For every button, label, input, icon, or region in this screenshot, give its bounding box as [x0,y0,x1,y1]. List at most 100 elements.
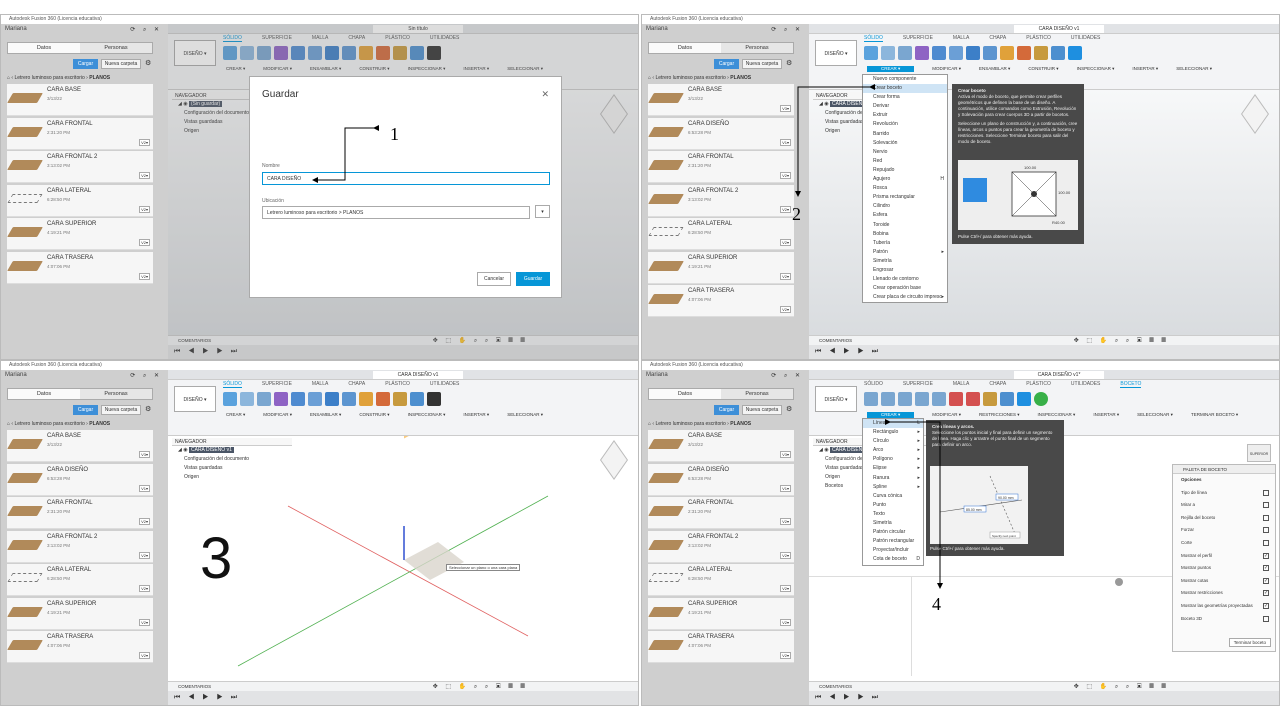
fillet-tool-icon[interactable] [932,392,946,406]
menu-item[interactable]: Arco ▸ [863,446,923,455]
menu-item[interactable]: Cota de boceto D [863,555,923,564]
version-badge[interactable]: V2▾ [139,205,150,213]
checkbox[interactable] [1263,514,1269,521]
file-item[interactable]: CARA LATERAL 6:28:50 PM V2▾ [7,564,153,596]
document-tab[interactable]: CARA DISEÑO v1 [1014,25,1104,33]
file-item[interactable]: CARA FRONTAL 2:31:20 PM V2▾ [648,497,794,529]
canvas[interactable]: NAVEGADOR ◢ ◉ CARA DISEÑO v1 Configuraci… [168,436,638,681]
tab-personas[interactable]: Personas [721,389,793,399]
file-item[interactable]: CARA LATERAL 6:28:50 PM V2▾ [7,184,153,217]
menu-item[interactable]: Patrón rectangular [863,537,923,546]
menu-item[interactable]: Simetría [863,519,923,528]
version-badge[interactable]: V2▾ [139,652,150,659]
location-dropdown[interactable]: ▾ [535,205,550,218]
version-badge[interactable]: V2▾ [780,618,791,626]
move-icon[interactable] [983,46,997,60]
revolve-icon[interactable] [898,46,912,60]
menu-item[interactable]: Revolución [863,120,947,129]
sketch-origin-point[interactable] [1115,578,1123,586]
tab-solid[interactable]: SÓLIDO [223,381,242,388]
workspace-switcher[interactable]: DISEÑO ▾ [815,386,857,412]
location-field[interactable]: Letrero luminoso para escritorio > PLANO… [262,206,530,219]
new-sketch-icon[interactable] [864,46,878,60]
version-badge[interactable]: V2▾ [139,618,150,626]
palette-section[interactable]: Opciones [1173,474,1275,487]
tab-surface[interactable]: SUPERFICIE [903,381,933,388]
extrude-icon[interactable] [240,392,254,406]
tab-solid[interactable]: SÓLIDO [864,381,883,388]
coincident-icon[interactable] [966,392,980,406]
circle-tool-icon[interactable] [898,392,912,406]
file-item[interactable]: CARA BASE 3/13/22 V3▾ [7,430,153,462]
shell-icon[interactable] [308,392,322,406]
form-icon[interactable] [274,392,288,406]
file-item[interactable]: CARA BASE 3/13/22 V3▾ [648,430,794,462]
measure-icon[interactable] [983,392,997,406]
line-tool-icon[interactable] [864,392,878,406]
rectangle-tool-icon[interactable] [881,392,895,406]
navigation-tools[interactable]: ✥ ⬚ ✋ ⌕ ⌕ ▣ ▦ ▦ [1074,337,1169,345]
group-modify[interactable]: MODIFICAR ▾ [932,66,961,72]
file-item[interactable]: CARA SUPERIOR 4:19:21 PM V2▾ [7,597,153,630]
tab-sheet[interactable]: CHAPA [989,35,1006,42]
file-item[interactable]: CARA TRASERA 4:07:06 PM V2▾ [7,251,153,284]
group-select[interactable]: SELECCIONAR ▾ [507,412,543,418]
file-item[interactable]: CARA SUPERIOR 4:19:21 PM V2▾ [648,251,794,284]
version-badge[interactable]: V1▾ [780,138,791,146]
menu-item[interactable]: Elipse ▸ [863,464,923,473]
group-create[interactable]: CREAR ▾ [226,412,245,418]
finish-sketch-button[interactable]: Terminar boceto [1228,638,1271,647]
measure-icon[interactable] [1034,46,1048,60]
select-icon[interactable] [427,392,441,406]
menu-item[interactable]: Rosca [863,184,947,193]
move-icon[interactable] [342,392,356,406]
menu-item[interactable]: Derivar [863,102,947,111]
tab-surface[interactable]: SUPERFICIE [262,381,292,388]
menu-item[interactable]: Crear forma [863,93,947,102]
plane-yz[interactable] [404,436,432,439]
group-modify[interactable]: MODIFICAR ▾ [263,412,292,418]
group-insert[interactable]: INSERTAR ▾ [1093,412,1119,418]
form-icon[interactable] [915,46,929,60]
account-menu[interactable]: Mariana [5,372,27,378]
file-item[interactable]: CARA BASE 3/13/22 V3▾ [648,84,794,116]
palette-option[interactable]: Mostrar cotas ✓ [1173,575,1275,588]
version-badge[interactable]: V2▾ [780,272,791,280]
file-item[interactable]: CARA TRASERA 4:07:06 PM V2▾ [648,631,794,663]
new-folder-button[interactable]: Nueva carpeta [742,405,782,415]
palette-option[interactable]: Mirar a [1173,499,1275,512]
palette-option[interactable]: Forzar [1173,524,1275,537]
constraint-icon[interactable] [949,392,963,406]
menu-item[interactable]: Tubería [863,239,947,248]
palette-option[interactable]: Rejilla del boceto [1173,512,1275,525]
tab-solid[interactable]: SÓLIDO [864,35,883,42]
menu-item[interactable]: Patrón ▸ [863,248,947,257]
file-item[interactable]: CARA DISEÑO 6:53:28 PM V1▾ [648,117,794,150]
tab-personas[interactable]: Personas [80,43,152,53]
version-badge[interactable]: V2▾ [139,239,150,246]
version-badge[interactable]: V2▾ [780,205,791,213]
plane-icon[interactable] [376,392,390,406]
menu-item[interactable]: Línea L [863,419,923,429]
tab-plastic[interactable]: PLÁSTICO [1026,381,1051,388]
checkbox[interactable]: ✓ [1263,602,1269,609]
finish-sketch-icon[interactable] [1034,392,1048,406]
version-badge[interactable]: V2▾ [780,306,791,313]
checkbox[interactable]: ✓ [1263,552,1269,559]
menu-item[interactable]: Proyectar/incluir [863,546,923,555]
comments-label[interactable]: COMENTARIOS [819,338,852,343]
new-folder-button[interactable]: Nueva carpeta [101,59,141,69]
group-construct[interactable]: CONSTRUIR ▾ [1028,66,1058,72]
version-badge[interactable]: V2▾ [139,551,150,559]
account-menu[interactable]: Mariana [646,26,668,32]
menu-item[interactable]: Esfera [863,211,947,220]
checkbox[interactable]: ✓ [1263,577,1269,584]
menu-item[interactable]: Repujado [863,166,947,175]
menu-item[interactable]: Patrón circular [863,528,923,537]
version-badge[interactable]: V2▾ [780,239,791,246]
menu-item[interactable]: Prisma rectangular [863,193,947,202]
gear-icon[interactable]: ⚙ [145,405,151,413]
checkbox[interactable]: ✓ [1263,565,1269,572]
shell-icon[interactable] [949,46,963,60]
group-finish-sketch[interactable]: TERMINAR BOCETO ▾ [1191,412,1238,418]
